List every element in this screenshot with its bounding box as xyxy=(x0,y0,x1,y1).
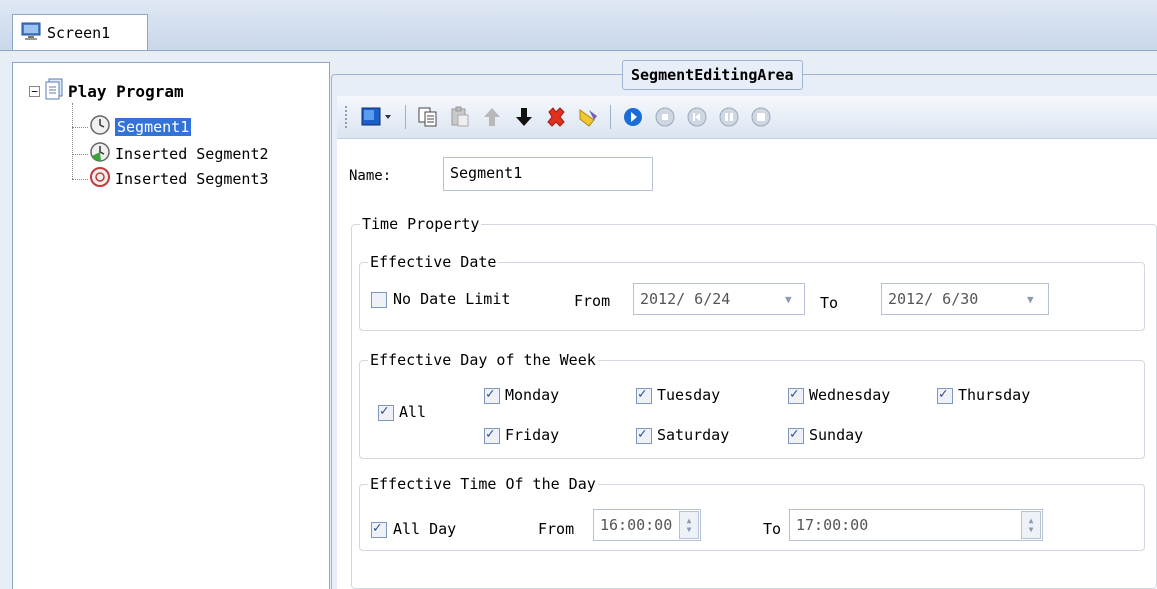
date-to-dropdown[interactable]: 2012/ 6/30 xyxy=(881,283,1049,315)
tuesday-checkbox[interactable] xyxy=(636,386,652,404)
time-to-stepper[interactable]: ▲ ▼ xyxy=(1021,511,1041,539)
collapse-icon[interactable]: − xyxy=(29,85,40,97)
end-icon[interactable] xyxy=(748,104,774,130)
tree-item-inserted-segment2[interactable]: Inserted Segment2 xyxy=(89,142,269,166)
name-field[interactable]: Segment1 xyxy=(443,157,653,191)
friday-label: Friday xyxy=(505,426,560,444)
chevron-down-icon[interactable]: ▼ xyxy=(1027,293,1034,306)
all-days-label: All xyxy=(399,403,427,421)
paste-icon[interactable] xyxy=(447,104,473,130)
tree-line xyxy=(72,179,88,180)
tab-label: Screen1 xyxy=(47,23,111,42)
all-day-label: All Day xyxy=(393,520,457,538)
segment-form: Name: Segment1 Time Property Effective D… xyxy=(337,139,1157,589)
time-from-stepper[interactable]: ▲ ▼ xyxy=(679,511,699,539)
monday-checkbox[interactable] xyxy=(484,386,500,404)
thursday-label: Thursday xyxy=(958,386,1031,404)
delete-icon[interactable] xyxy=(543,104,569,130)
tree-item-segment1[interactable]: Segment1 xyxy=(89,114,192,140)
tab-screen1[interactable]: Screen1 xyxy=(12,14,148,50)
date-to-label: To xyxy=(820,294,839,312)
clock-red-icon xyxy=(89,166,111,192)
tab-strip: Screen1 xyxy=(0,0,1157,51)
all-days-checkbox[interactable] xyxy=(378,403,394,421)
clear-icon[interactable] xyxy=(575,104,601,130)
tree-root-label: Play Program xyxy=(68,81,184,101)
name-label: Name: xyxy=(349,168,392,184)
editing-area-title: SegmentEditingArea xyxy=(622,60,803,90)
monday-label: Monday xyxy=(505,386,560,404)
chevron-down-icon[interactable]: ▼ xyxy=(687,525,692,534)
move-up-icon[interactable] xyxy=(479,104,505,130)
tree-item-label: Inserted Segment2 xyxy=(115,145,269,163)
tree-line xyxy=(72,127,88,128)
pause-icon[interactable] xyxy=(716,104,742,130)
time-to-label: To xyxy=(763,520,782,538)
move-down-icon[interactable] xyxy=(511,104,537,130)
chevron-up-icon[interactable]: ▲ xyxy=(687,516,692,525)
tuesday-label: Tuesday xyxy=(657,386,721,404)
previous-icon[interactable] xyxy=(684,104,710,130)
color-dropdown-icon[interactable] xyxy=(360,104,396,130)
chevron-down-icon[interactable]: ▼ xyxy=(1029,525,1034,534)
monitor-icon xyxy=(21,22,41,44)
copy-icon[interactable] xyxy=(415,104,441,130)
no-date-limit-label: No Date Limit xyxy=(393,290,511,308)
tree-root-play-program[interactable]: − Play Program xyxy=(29,78,184,104)
tree-item-label: Segment1 xyxy=(115,118,192,136)
chevron-down-icon[interactable]: ▼ xyxy=(785,293,792,306)
program-icon xyxy=(44,78,64,104)
program-tree: − Play Program Segment1 Inserted Segment… xyxy=(12,62,330,589)
play-icon[interactable] xyxy=(620,104,646,130)
date-from-label: From xyxy=(574,292,611,310)
no-date-limit-checkbox[interactable] xyxy=(371,292,387,308)
time-from-label: From xyxy=(538,520,575,538)
date-from-dropdown[interactable]: 2012/ 6/24 xyxy=(633,283,805,315)
editing-toolbar xyxy=(337,96,1157,139)
toolbar-grip[interactable] xyxy=(345,106,349,128)
tree-line xyxy=(72,154,88,155)
time-property-title: Time Property xyxy=(362,215,480,233)
toolbar-separator xyxy=(405,105,406,129)
clock-icon xyxy=(89,114,111,140)
saturday-checkbox[interactable] xyxy=(636,426,652,444)
effective-week-group: Effective Day of the Week xyxy=(359,351,1145,459)
sunday-label: Sunday xyxy=(809,426,864,444)
effective-date-title: Effective Date xyxy=(370,253,497,271)
clock-green-icon xyxy=(89,141,111,167)
wednesday-checkbox[interactable] xyxy=(788,386,804,404)
effective-time-title: Effective Time Of the Day xyxy=(370,475,596,493)
saturday-label: Saturday xyxy=(657,426,730,444)
effective-week-title: Effective Day of the Week xyxy=(370,351,596,369)
tree-line xyxy=(72,103,73,179)
friday-checkbox[interactable] xyxy=(484,426,500,444)
thursday-checkbox[interactable] xyxy=(937,386,953,404)
chevron-up-icon[interactable]: ▲ xyxy=(1029,516,1034,525)
wednesday-label: Wednesday xyxy=(809,386,891,404)
sunday-checkbox[interactable] xyxy=(788,426,804,444)
tree-item-label: Inserted Segment3 xyxy=(115,170,269,188)
all-day-checkbox[interactable] xyxy=(371,520,387,538)
time-to-field[interactable]: 17:00:00 xyxy=(789,509,1043,541)
tree-item-inserted-segment3[interactable]: Inserted Segment3 xyxy=(89,167,269,191)
stop-icon[interactable] xyxy=(652,104,678,130)
toolbar-separator xyxy=(610,105,611,129)
